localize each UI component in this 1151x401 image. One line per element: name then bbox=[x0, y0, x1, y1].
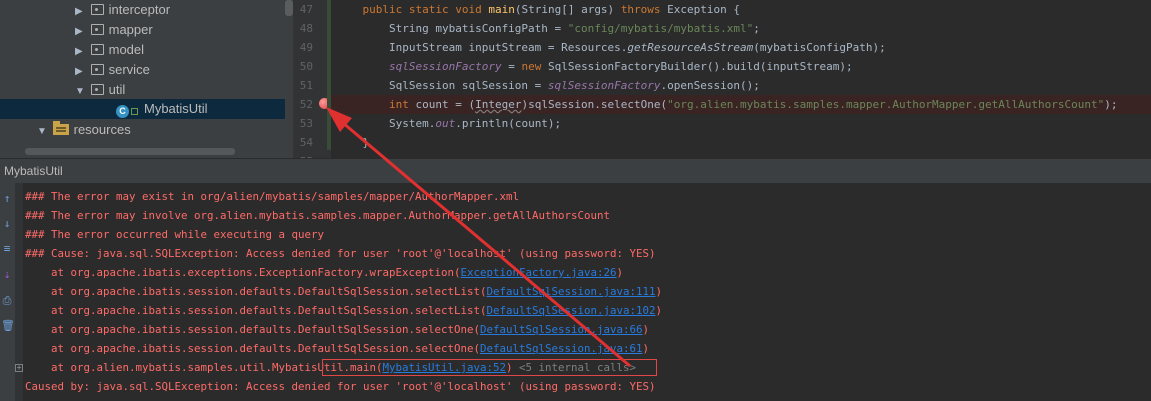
stack-frame: at org.apache.ibatis.session.defaults.De… bbox=[25, 323, 650, 336]
code-line-53: System.out.println(count); bbox=[336, 117, 562, 130]
lock-icon bbox=[131, 108, 138, 115]
line-number: 49 bbox=[299, 41, 313, 54]
tree-item-model[interactable]: ▶ model bbox=[75, 40, 144, 60]
tree-item-mapper[interactable]: ▶ mapper bbox=[75, 20, 153, 40]
line-number: 54 bbox=[299, 136, 313, 149]
up-arrow-icon[interactable]: ↑ bbox=[1, 193, 13, 205]
print-icon[interactable]: ⎙ bbox=[1, 295, 13, 307]
source-link[interactable]: DefaultSqlSession.java:102 bbox=[487, 304, 656, 317]
console-line: ### Cause: java.sql.SQLException: Access… bbox=[25, 247, 656, 260]
source-link[interactable]: ExceptionFactory.java:26 bbox=[461, 266, 617, 279]
package-icon bbox=[90, 64, 104, 75]
code-editor[interactable]: public static void main(String[] args) t… bbox=[331, 0, 1151, 158]
code-line-49: InputStream inputStream = Resources.getR… bbox=[336, 41, 886, 54]
tree-item-resources[interactable]: ▼ resources bbox=[37, 120, 131, 140]
stack-frame: at org.apache.ibatis.session.defaults.De… bbox=[25, 342, 650, 355]
line-number: 51 bbox=[299, 79, 313, 92]
tree-item-label: resources bbox=[73, 122, 131, 137]
line-number: 50 bbox=[299, 60, 313, 73]
stack-frame: at org.apache.ibatis.exceptions.Exceptio… bbox=[25, 266, 624, 279]
tree-item-label: service bbox=[108, 62, 150, 77]
source-link[interactable]: DefaultSqlSession.java:111 bbox=[487, 285, 656, 298]
tree-item-interceptor[interactable]: ▶ interceptor bbox=[75, 0, 170, 20]
expand-internal-calls-icon[interactable]: + bbox=[15, 364, 23, 372]
run-panel-header[interactable]: MybatisUtil bbox=[0, 158, 1151, 184]
trash-icon[interactable]: 🗑 bbox=[1, 320, 15, 332]
run-tab-title[interactable]: MybatisUtil bbox=[0, 164, 63, 178]
console-line: Caused by: java.sql.SQLException: Access… bbox=[25, 380, 656, 393]
package-icon bbox=[90, 24, 104, 35]
tree-item-util[interactable]: ▼ util bbox=[75, 80, 125, 100]
package-icon bbox=[90, 84, 104, 95]
code-line-54: } bbox=[362, 136, 370, 149]
console-line: ### The error may exist in org/alien/myb… bbox=[25, 190, 520, 203]
line-number: 47 bbox=[299, 3, 313, 16]
code-line-47: public static void main(String[] args) t… bbox=[362, 3, 741, 16]
console-line: ### The error occurred while executing a… bbox=[25, 228, 325, 241]
annotation-highlight-box bbox=[322, 359, 657, 376]
line-number: 52 bbox=[299, 98, 313, 111]
soft-wrap-icon[interactable]: ≡ bbox=[1, 243, 13, 255]
expand-arrow-icon[interactable]: ▶ bbox=[75, 2, 87, 22]
tree-scrollbar[interactable] bbox=[285, 0, 293, 16]
tree-item-label: util bbox=[108, 82, 126, 97]
tree-item-mybatisutil[interactable]: C MybatisUtil bbox=[0, 99, 285, 119]
tree-item-label: MybatisUtil bbox=[144, 101, 208, 116]
stack-frame: at org.apache.ibatis.session.defaults.De… bbox=[25, 304, 663, 317]
collapse-arrow-icon[interactable]: ▼ bbox=[37, 122, 49, 142]
package-icon bbox=[90, 44, 104, 55]
folder-icon bbox=[52, 121, 69, 135]
code-line-48: String mybatisConfigPath = "config/mybat… bbox=[336, 22, 760, 35]
expand-arrow-icon[interactable]: ▶ bbox=[75, 42, 87, 62]
code-line-51: SqlSession sqlSession = sqlSessionFactor… bbox=[336, 79, 760, 92]
scroll-to-end-icon[interactable]: ⇣ bbox=[1, 269, 13, 281]
expand-arrow-icon[interactable]: ▶ bbox=[75, 22, 87, 42]
tree-item-label: model bbox=[108, 42, 145, 57]
source-link[interactable]: DefaultSqlSession.java:61 bbox=[480, 342, 643, 355]
tree-item-label: mapper bbox=[108, 22, 153, 37]
editor-gutter: 47 48 49 50 51 52 53 54 55 bbox=[293, 0, 344, 168]
run-toolbar: ↑ ↓ ≡ ⇣ ⎙ 🗑 bbox=[0, 183, 15, 401]
class-icon: C bbox=[116, 105, 129, 118]
tree-item-label: interceptor bbox=[108, 2, 171, 17]
stack-frame: at org.apache.ibatis.session.defaults.De… bbox=[25, 285, 663, 298]
line-number: 48 bbox=[299, 22, 313, 35]
source-link[interactable]: DefaultSqlSession.java:66 bbox=[480, 323, 643, 336]
code-line-50: sqlSessionFactory = new SqlSessionFactor… bbox=[388, 60, 853, 73]
line-number: 53 bbox=[299, 117, 313, 130]
package-icon bbox=[90, 4, 104, 15]
down-arrow-icon[interactable]: ↓ bbox=[1, 218, 13, 230]
tree-item-service[interactable]: ▶ service bbox=[75, 60, 150, 80]
code-line-52: int count = (Integer)sqlSession.selectOn… bbox=[388, 98, 1118, 111]
expand-arrow-icon[interactable]: ▶ bbox=[75, 62, 87, 82]
project-tree: ▶ interceptor ▶ mapper ▶ model ▶ service… bbox=[0, 0, 293, 158]
console-line: ### The error may involve org.alien.myba… bbox=[25, 209, 611, 222]
tree-horizontal-scrollbar[interactable] bbox=[25, 148, 235, 155]
